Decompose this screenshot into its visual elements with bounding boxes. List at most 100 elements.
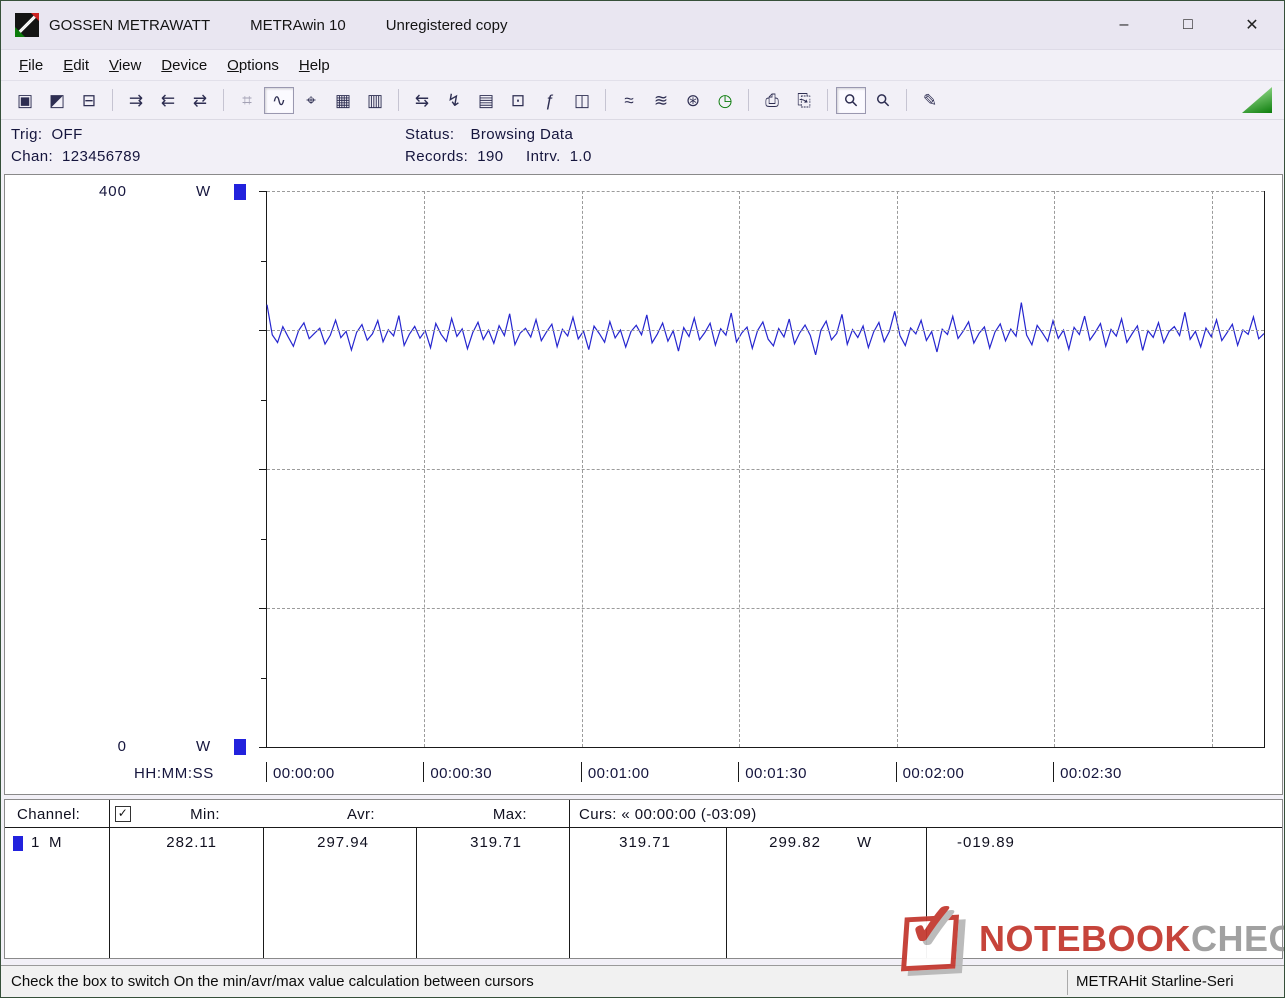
print-preview-icon[interactable]: ⎘ xyxy=(789,87,819,114)
h-gridline xyxy=(267,191,1264,192)
device-connect-icon[interactable]: ⇆ xyxy=(407,87,437,114)
window-title-status: Unregistered copy xyxy=(386,17,508,34)
y-axis-tick xyxy=(261,261,266,262)
waveform-polyline xyxy=(267,303,1264,355)
open-file-glyph: ▣ xyxy=(17,92,33,109)
time-tick-mark xyxy=(581,762,582,782)
browse-status: Status:Browsing Data xyxy=(405,126,573,143)
formula-icon[interactable]: ƒ xyxy=(535,87,565,114)
h-gridline xyxy=(267,469,1264,470)
xy-chart-icon[interactable]: ⌖ xyxy=(296,87,326,114)
status-label: Status: xyxy=(405,126,455,143)
channel-color-swatch xyxy=(234,184,246,200)
table-view-icon[interactable]: ▦ xyxy=(328,87,358,114)
status-panel: Trig:OFF Chan:123456789 Status:Browsing … xyxy=(1,120,1284,177)
channels-status: Chan:123456789 xyxy=(11,148,141,165)
device-monitor-icon[interactable]: ⊡ xyxy=(503,87,533,114)
column-header-cursor: Curs: « 00:00:00 (-03:09) xyxy=(579,806,757,823)
channel-number: 1 xyxy=(31,834,40,851)
zoom-amplitude-glyph: ⚲ xyxy=(873,90,894,111)
menu-item-edit[interactable]: Edit xyxy=(53,53,99,78)
open-folder-icon[interactable]: ⊟ xyxy=(74,87,104,114)
trigger-status: Trig:OFF xyxy=(11,126,83,143)
column-header-channel: Channel: xyxy=(17,806,80,823)
status-triangle-indicator xyxy=(1242,87,1272,113)
transfer-data-icon[interactable]: ⇄ xyxy=(185,87,215,114)
menu-bar: FileEditViewDeviceOptionsHelp xyxy=(1,50,1284,81)
memory-read-icon[interactable]: ◫ xyxy=(567,87,597,114)
table-divider xyxy=(263,828,264,958)
status-bar: Check the box to switch On the min/avr/m… xyxy=(1,965,1285,998)
time-tick-mark xyxy=(896,762,897,782)
y-axis-tick xyxy=(259,608,266,609)
zoom-amplitude-icon[interactable]: ⚲ xyxy=(868,87,898,114)
channel-color-swatch xyxy=(234,739,246,755)
app-logo-icon xyxy=(15,13,39,37)
menu-item-device[interactable]: Device xyxy=(151,53,217,78)
v-gridline xyxy=(897,191,898,747)
records-status: Records:190 Intrv.1.0 xyxy=(405,148,592,165)
menu-item-help[interactable]: Help xyxy=(289,53,340,78)
print-icon[interactable]: ⎙ xyxy=(757,87,787,114)
h-gridline xyxy=(267,330,1264,331)
toolbar-separator xyxy=(112,89,113,111)
interval-label: Intrv. xyxy=(526,148,561,165)
maximize-button[interactable]: □ xyxy=(1156,1,1220,48)
v-gridline xyxy=(739,191,740,747)
app-window: GOSSEN METRAWATT METRAwin 10 Unregistere… xyxy=(0,0,1285,998)
y-axis-tick xyxy=(261,678,266,679)
y-axis-tick xyxy=(261,400,266,401)
plot-area[interactable] xyxy=(266,191,1265,748)
export-data-icon[interactable]: ⇉ xyxy=(121,87,151,114)
envelope-curve-icon[interactable]: ≋ xyxy=(646,87,676,114)
timer-clock-glyph: ◷ xyxy=(718,92,733,109)
zoom-time-icon[interactable]: ⚲ xyxy=(836,87,866,114)
chan-value: 123456789 xyxy=(62,148,141,165)
y-axis-max-label: 400 xyxy=(81,183,127,200)
window-controls: – □ ✕ xyxy=(1092,1,1284,48)
statistics-view-icon[interactable]: ▥ xyxy=(360,87,390,114)
v-gridline xyxy=(1054,191,1055,747)
import-data-glyph: ⇇ xyxy=(161,92,175,109)
cursor-value-b: 299.82 xyxy=(753,834,821,851)
device-trigger-icon[interactable]: ↯ xyxy=(439,87,469,114)
comment-icon[interactable]: ✎ xyxy=(915,87,945,114)
minmax-checkbox[interactable]: ✓ xyxy=(115,806,131,822)
xy-chart-glyph: ⌖ xyxy=(306,92,316,109)
menu-item-options[interactable]: Options xyxy=(217,53,289,78)
timer-clock-icon[interactable]: ◷ xyxy=(710,87,740,114)
display-values-icon[interactable]: ⌗ xyxy=(232,87,262,114)
statistics-view-glyph: ▥ xyxy=(367,92,383,109)
close-button[interactable]: ✕ xyxy=(1220,1,1284,48)
save-file-icon[interactable]: ◩ xyxy=(42,87,72,114)
minimize-button[interactable]: – xyxy=(1092,1,1156,48)
menu-item-view[interactable]: View xyxy=(99,53,151,78)
max-value: 319.71 xyxy=(460,834,522,851)
table-divider xyxy=(569,800,570,958)
time-tick-label: 00:01:30 xyxy=(745,762,807,782)
table-divider xyxy=(726,828,727,958)
minmax-curve-glyph: ≈ xyxy=(624,92,633,109)
time-tick-mark xyxy=(1053,762,1054,782)
device-connect-glyph: ⇆ xyxy=(415,92,429,109)
time-tick-label: 00:02:30 xyxy=(1060,762,1122,782)
minmax-curve-icon[interactable]: ≈ xyxy=(614,87,644,114)
import-data-icon[interactable]: ⇇ xyxy=(153,87,183,114)
yt-chart-icon[interactable]: ∿ xyxy=(264,87,294,114)
toolbar-separator xyxy=(605,89,606,111)
trig-label: Trig: xyxy=(11,126,42,143)
device-monitor-glyph: ⊡ xyxy=(511,92,525,109)
open-folder-glyph: ⊟ xyxy=(82,92,96,109)
measurement-table: Channel: ✓ Min: Avr: Max: Curs: « 00:00:… xyxy=(4,799,1283,959)
combine-channels-icon[interactable]: ⊛ xyxy=(678,87,708,114)
column-header-max: Max: xyxy=(457,806,527,823)
table-divider xyxy=(926,828,927,958)
export-data-glyph: ⇉ xyxy=(129,92,143,109)
min-value: 282.11 xyxy=(155,834,217,851)
menu-item-file[interactable]: File xyxy=(9,53,53,78)
toolbar-separator xyxy=(906,89,907,111)
time-axis: 00:00:0000:00:3000:01:0000:01:3000:02:00… xyxy=(266,762,1271,786)
memory-read-glyph: ◫ xyxy=(574,92,590,109)
device-list-icon[interactable]: ▤ xyxy=(471,87,501,114)
open-file-icon[interactable]: ▣ xyxy=(10,87,40,114)
